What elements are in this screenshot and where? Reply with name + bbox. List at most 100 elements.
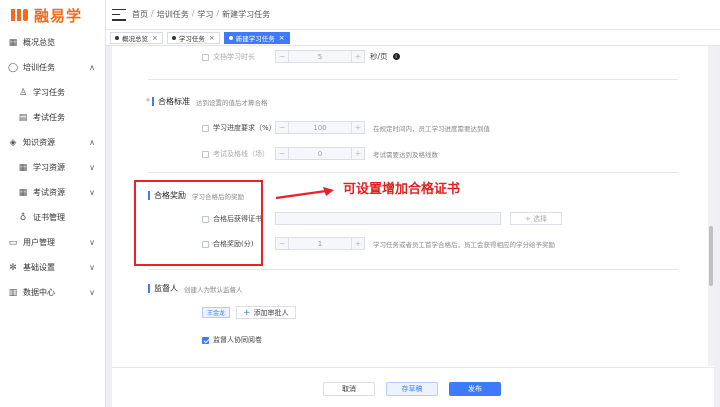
info-icon[interactable]: i <box>392 53 400 60</box>
divider <box>148 172 678 173</box>
sidebar-item-label: 考试任务 <box>33 113 65 122</box>
doc-time-checkbox[interactable] <box>202 53 209 61</box>
sidebar-item-4[interactable]: ◈ 知识资源 ∧ <box>0 130 105 155</box>
supervisor-subtitle: 创建人为默认监督人 <box>184 285 243 294</box>
certificate-input[interactable] <box>275 212 501 225</box>
doc-time-controls: − 5 + 秒/页 i <box>275 50 400 63</box>
sidebar-item-3[interactable]: ▤ 考试任务 <box>0 105 105 130</box>
breadcrumb-separator: / <box>191 9 195 18</box>
plus-icon[interactable]: + <box>351 51 364 62</box>
progress-checkbox[interactable] <box>202 124 209 132</box>
plus-icon[interactable]: + <box>351 238 364 249</box>
badge-icon: ♁ <box>19 212 27 223</box>
tab-study-tasks[interactable]: 学习任务 × <box>166 31 220 44</box>
chevron-icon[interactable]: ∧ <box>89 63 95 72</box>
sidebar-item-9[interactable]: ✻ 基础设置 ∨ <box>0 255 105 280</box>
breadcrumb-study[interactable]: 学习 <box>197 9 213 20</box>
graduation-cap-icon: ◈ <box>9 137 17 148</box>
divider <box>148 269 678 270</box>
user-icon: ◯ <box>7 62 19 73</box>
tab-new-study-task[interactable]: 新建学习任务 × <box>223 31 290 44</box>
tab-dot <box>171 35 176 40</box>
chevron-icon[interactable]: ∨ <box>89 238 95 247</box>
minus-icon[interactable]: − <box>276 148 289 159</box>
section-bar <box>148 284 150 293</box>
close-icon[interactable]: × <box>279 34 285 42</box>
reward-points-stepper[interactable]: − 1 + <box>275 237 365 250</box>
grid-icon: ▦ <box>18 162 28 173</box>
exam-pass-checkbox[interactable] <box>202 150 209 158</box>
sidebar-item-1[interactable]: ◯ 培训任务 ∧ <box>0 55 105 80</box>
plus-icon[interactable]: + <box>351 122 364 133</box>
sidebar-item-10[interactable]: ▥ 数据中心 ∨ <box>0 280 105 305</box>
supervisor-title: 监督人 <box>154 284 178 293</box>
sidebar-item-label: 学习资源 <box>33 163 65 172</box>
exam-pass-stepper[interactable]: − 0 + <box>275 147 365 160</box>
tab-dot <box>228 35 233 40</box>
close-icon[interactable]: × <box>209 34 215 42</box>
chevron-icon[interactable]: ∨ <box>89 163 95 172</box>
section-title: 监督人 <box>148 283 178 294</box>
sidebar-item-0[interactable]: ▦ 概况总览 <box>0 30 105 55</box>
stepper-value[interactable]: 0 <box>289 150 351 158</box>
doc-time-stepper[interactable]: − 5 + <box>275 50 365 63</box>
minus-icon[interactable]: − <box>276 238 289 249</box>
sidebar-item-2[interactable]: ♙ 学习任务 <box>0 80 105 105</box>
plus-icon[interactable]: + <box>351 148 364 159</box>
sidebar-item-label: 证书管理 <box>33 213 65 222</box>
stepper-value[interactable]: 5 <box>289 53 351 61</box>
progress-stepper[interactable]: − 100 + <box>275 121 365 134</box>
sidebar-item-5[interactable]: ▦ 学习资源 ∨ <box>0 155 105 180</box>
save-draft-button[interactable]: 存草稿 <box>386 382 438 396</box>
scroll-thumb[interactable] <box>709 226 713 286</box>
sidebar-item-label: 知识资源 <box>23 138 55 147</box>
select-certificate-button[interactable]: + 选择 <box>510 212 562 225</box>
tab-overview[interactable]: 概况总览 × <box>110 31 163 44</box>
doc-time-label: 文档学习时长 <box>213 53 255 61</box>
minus-icon[interactable]: − <box>276 51 289 62</box>
sidebar-item-label: 概况总览 <box>23 38 55 47</box>
collab-checkbox[interactable] <box>202 336 209 344</box>
sidebar-item-8[interactable]: ▭ 用户管理 ∨ <box>0 230 105 255</box>
chevron-icon[interactable]: ∨ <box>89 288 95 297</box>
chevron-icon[interactable]: ∨ <box>89 188 95 197</box>
add-approver-button[interactable]: + 添加审批人 <box>236 306 296 319</box>
reward-points-hint: 学习任务或者员工首学合格后，员工会获得相应的学分给予奖励 <box>373 240 555 249</box>
supervisor-tag[interactable]: 王金龙 <box>202 307 231 318</box>
annotation-highlight-box <box>134 180 263 266</box>
progress-row: 学习进度要求（%） <box>202 123 276 133</box>
close-icon[interactable]: × <box>152 34 158 42</box>
annotation-text: 可设置增加合格证书 <box>343 182 461 197</box>
top-header: 首页 / 培训任务 / 学习 / 新建学习任务 <box>106 0 720 30</box>
chevron-icon[interactable]: ∨ <box>89 263 95 272</box>
publish-button[interactable]: 发布 <box>449 382 501 396</box>
doc-time-unit: 秒/页 <box>370 52 388 61</box>
certificate-controls: + 选择 <box>275 212 562 225</box>
stepper-value[interactable]: 100 <box>289 124 351 132</box>
supervisor-header: 监督人 创建人为默认监督人 <box>148 283 243 294</box>
chevron-icon[interactable]: ∧ <box>89 138 95 147</box>
progress-label: 学习进度要求（%） <box>213 124 276 132</box>
exam-pass-controls: − 0 + 考试需要达到及格线数 <box>275 147 438 160</box>
breadcrumb-training[interactable]: 培训任务 <box>157 9 189 20</box>
sidebar-menu: ▦ 概况总览 ◯ 培训任务 ∧ ♙ 学习任务 ▤ 考试任务 ◈ 知识资源 ∧ ▦ 学习资源 ∨ ▦ 考试资源 ∨ ♁… <box>0 30 105 305</box>
sidebar-item-6[interactable]: ▦ 考试资源 ∨ <box>0 180 105 205</box>
tab-dot <box>115 35 119 40</box>
cancel-button[interactable]: 取消 <box>323 382 375 396</box>
form-footer: 取消 存草稿 发布 <box>112 367 714 407</box>
tabs-bar: 概况总览 × 学习任务 × 新建学习任务 × <box>106 30 720 46</box>
sidebar-item-7[interactable]: ♁ 证书管理 <box>0 205 105 230</box>
folder-icon: ▭ <box>8 237 18 248</box>
add-approver-label: 添加审批人 <box>253 308 289 317</box>
exam-pass-label: 考试及格线（场） <box>213 150 269 158</box>
collab-row: 监督人协同阅卷 <box>202 335 262 345</box>
menu-fold-icon[interactable] <box>112 8 126 21</box>
breadcrumb-home[interactable]: 首页 <box>132 9 148 20</box>
minus-icon[interactable]: − <box>276 122 289 133</box>
logo-icon <box>11 9 28 21</box>
sidebar-item-label: 用户管理 <box>23 238 55 247</box>
supervisor-list: 王金龙 + 添加审批人 <box>202 306 296 319</box>
stepper-value[interactable]: 1 <box>289 240 351 248</box>
scrollbar[interactable] <box>708 46 714 366</box>
logo[interactable]: 融易学 <box>0 0 105 30</box>
